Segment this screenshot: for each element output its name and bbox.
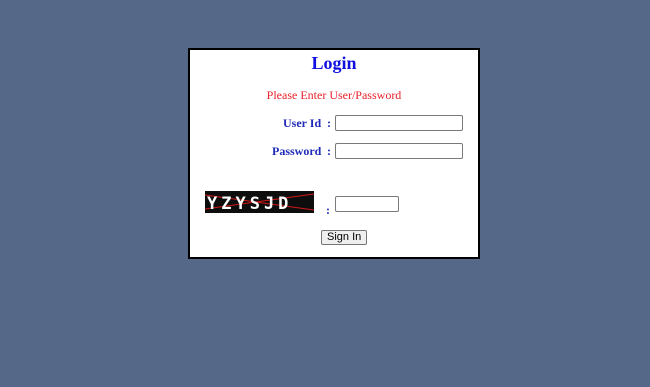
- login-message: Please Enter User/Password: [266, 88, 402, 102]
- login-panel: Login Please Enter User/Password User Id…: [188, 48, 480, 259]
- password-label: Password: [272, 144, 322, 158]
- login-title: Login: [311, 53, 357, 73]
- sign-in-button[interactable]: Sign In: [321, 230, 368, 245]
- captcha-graphic: YZYSJD: [205, 191, 314, 213]
- user-id-label: User Id: [283, 116, 322, 130]
- captcha-input[interactable]: [335, 196, 399, 212]
- captcha-colon: :: [326, 203, 330, 217]
- captcha-text: YZYSJD: [207, 194, 292, 213]
- captcha-image: YZYSJD: [205, 191, 314, 213]
- user-id-colon: :: [327, 116, 331, 130]
- password-input[interactable]: [335, 143, 463, 159]
- user-id-input[interactable]: [335, 115, 463, 131]
- password-colon: :: [327, 144, 331, 158]
